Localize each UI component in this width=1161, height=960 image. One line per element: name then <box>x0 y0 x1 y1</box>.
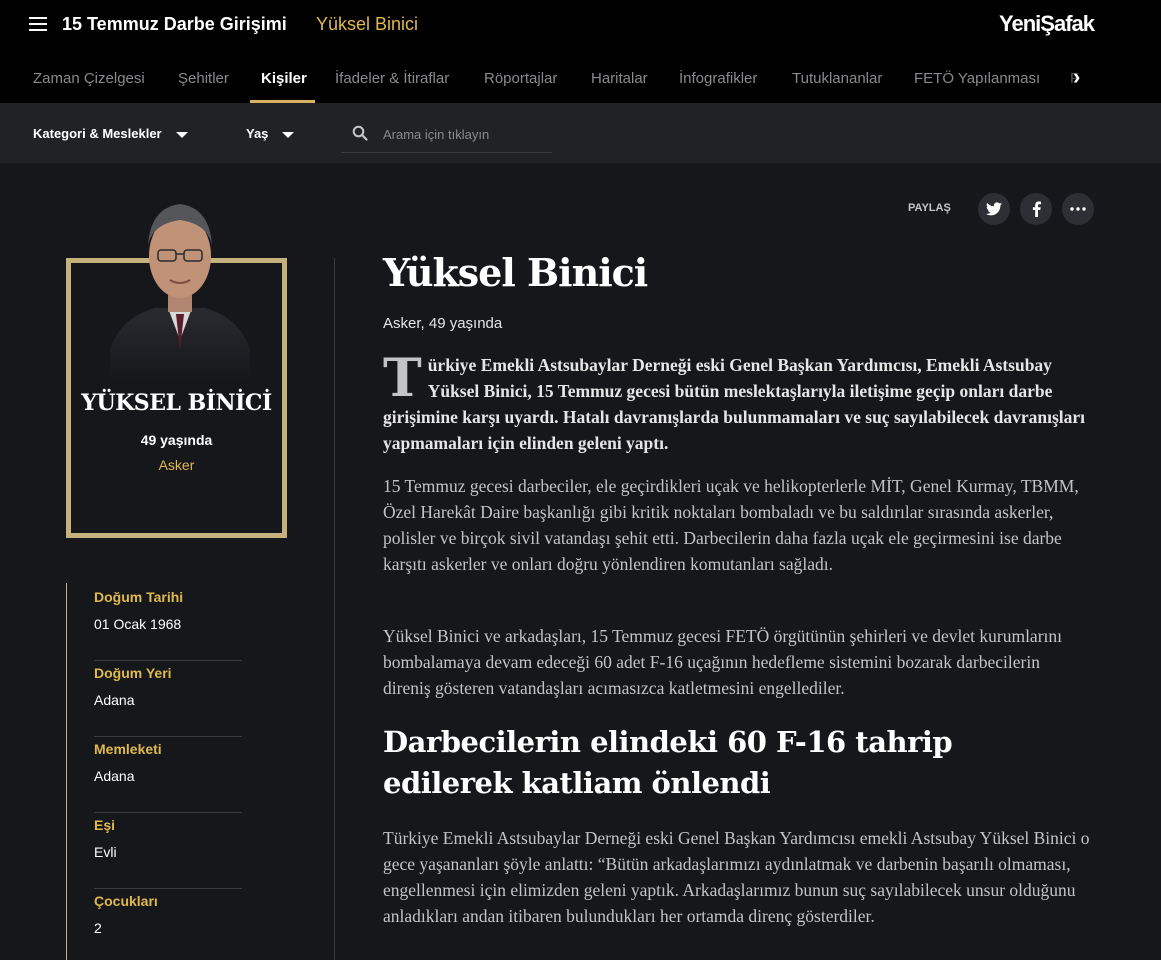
category-dropdown[interactable]: Kategori & Meslekler <box>33 126 188 141</box>
brand-logo[interactable]: YeniŞafak <box>999 11 1095 37</box>
page-subtitle: Yüksel Binici <box>316 14 419 34</box>
article-paragraph: Türkiye Emekli Astsubaylar Derneği eski … <box>383 828 1090 926</box>
category-dropdown-label: Kategori & Meslekler <box>33 126 162 141</box>
fact-value: Adana <box>94 692 135 708</box>
more-share-button[interactable] <box>1062 193 1094 225</box>
article-subheading: Darbecilerin elindeki 60 F-16 tahrip edi… <box>383 725 953 800</box>
twitter-icon <box>986 202 1002 216</box>
article-meta: Asker, 49 yaşında <box>383 315 503 332</box>
facebook-icon <box>1032 201 1041 217</box>
profile-occupation: Asker <box>158 457 195 473</box>
chevron-right-icon[interactable]: › <box>1073 64 1080 90</box>
nav-item-ifadeler[interactable]: İfadeler & İtiraflar <box>335 70 449 87</box>
top-bar: 15 Temmuz Darbe Girişimi Yüksel Binici Y… <box>0 0 1161 50</box>
nav-item-infografikler[interactable]: İnfografikler <box>679 70 757 87</box>
fact-label: Doğum Tarihi <box>94 589 184 605</box>
fact-value: 01 Ocak 1968 <box>94 616 182 632</box>
fact-value: Evli <box>94 844 117 860</box>
section-nav: Zaman Çizelgesi Şehitler Kişiler İfadele… <box>0 50 1161 103</box>
fact-label: Çocukları <box>94 893 158 909</box>
nav-item-zaman-cizelgesi[interactable]: Zaman Çizelgesi <box>33 70 145 87</box>
share-label: PAYLAŞ <box>908 202 951 214</box>
lead-text: ürkiye Emekli Astsubaylar Derneği eski G… <box>383 355 1085 453</box>
fact-spouse: Eşi Evli <box>94 813 242 889</box>
nav-item-feto-yapilanmasi[interactable]: FETÖ Yapılanması <box>914 70 1040 87</box>
nav-item-haritalar[interactable]: Haritalar <box>591 70 648 87</box>
nav-item-tutuklananlar[interactable]: Tutuklananlar <box>792 70 882 87</box>
search-input[interactable] <box>383 125 548 143</box>
twitter-share-button[interactable] <box>978 193 1010 225</box>
filter-bar: Kategori & Meslekler Yaş <box>0 103 1161 163</box>
column-divider <box>334 258 335 960</box>
age-dropdown[interactable]: Yaş <box>246 126 295 141</box>
facts-accent-line <box>66 583 67 960</box>
fact-hometown: Memleketi Adana <box>94 737 242 813</box>
fact-label: Eşi <box>94 817 116 833</box>
fact-label: Memleketi <box>94 741 162 757</box>
fact-birth-place: Doğum Yeri Adana <box>94 661 242 737</box>
article-lead: Türkiye Emekli Astsubaylar Derneği eski … <box>383 352 1091 456</box>
article-title: Yüksel Binici <box>383 250 648 295</box>
fact-birth-date: Doğum Tarihi 01 Ocak 1968 <box>94 585 242 661</box>
profile-portrait <box>110 204 250 380</box>
profile-age: 49 yaşında <box>140 432 213 448</box>
nav-item-roportajlar[interactable]: Röportajlar <box>484 70 557 87</box>
drop-cap: T <box>383 348 422 409</box>
age-dropdown-label: Yaş <box>246 126 269 141</box>
caret-down-icon <box>282 131 295 138</box>
fact-value: 2 <box>94 920 102 936</box>
more-dots-icon <box>1070 207 1086 211</box>
hamburger-menu-icon[interactable] <box>29 17 47 31</box>
nav-fade <box>1055 50 1161 103</box>
nav-item-kisiler[interactable]: Kişiler <box>261 70 307 87</box>
site-title[interactable]: 15 Temmuz Darbe Girişimi <box>62 14 287 35</box>
fact-children: Çocukları 2 <box>94 889 242 960</box>
fact-value: Adana <box>94 768 135 784</box>
article-paragraph: 15 Temmuz gecesi darbeciler, ele geçirdi… <box>383 476 1079 574</box>
nav-item-sehitler[interactable]: Şehitler <box>178 70 229 87</box>
fact-label: Doğum Yeri <box>94 665 172 681</box>
caret-down-icon <box>175 131 188 138</box>
article-paragraph: Yüksel Binici ve arkadaşları, 15 Temmuz … <box>383 626 1062 698</box>
search-icon <box>352 125 368 141</box>
profile-name: YÜKSEL BİNİCİ <box>81 390 272 416</box>
facebook-share-button[interactable] <box>1020 193 1052 225</box>
